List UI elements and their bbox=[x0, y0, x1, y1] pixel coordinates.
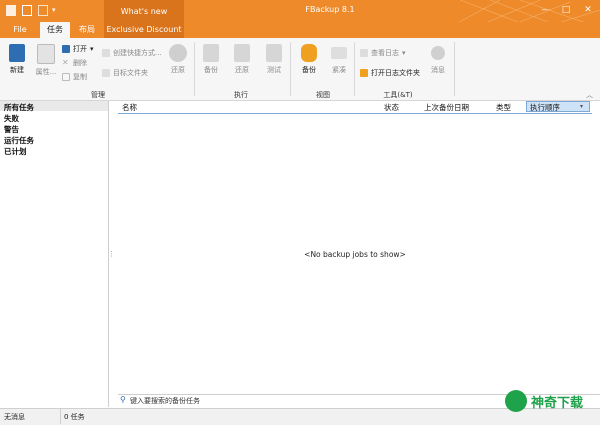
ribbon-separator bbox=[194, 42, 195, 96]
tab-whats-new[interactable]: What's new bbox=[104, 0, 184, 22]
view-compact-label: 紧凑 bbox=[332, 66, 346, 74]
execute-backup-label: 备份 bbox=[204, 66, 218, 74]
window-title: FBackup 8.1 bbox=[305, 5, 355, 14]
open-icon bbox=[62, 45, 70, 53]
column-header-row bbox=[118, 101, 592, 114]
log-folder-icon bbox=[360, 69, 368, 77]
status-task-count: 0 任务 bbox=[64, 413, 85, 421]
create-shortcut-button[interactable]: 创建快捷方式... bbox=[102, 48, 162, 58]
column-header-name[interactable]: 名称 bbox=[122, 102, 137, 113]
nav-item-warning[interactable]: 警告 bbox=[4, 124, 19, 135]
target-folder-button[interactable]: 目标文件夹 bbox=[102, 68, 148, 78]
new-button[interactable]: 新建 bbox=[4, 44, 30, 75]
properties-button[interactable]: 属性... bbox=[32, 44, 60, 77]
empty-grid-message: <No backup jobs to show> bbox=[304, 250, 406, 259]
tab-whats-new-label: What's new bbox=[120, 6, 168, 16]
search-input[interactable]: 键入要搜索的备份任务 bbox=[130, 396, 200, 406]
view-backup-label: 备份 bbox=[302, 66, 316, 74]
nav-item-failed[interactable]: 失败 bbox=[4, 113, 19, 124]
delete-button[interactable]: ✕ 删除 bbox=[62, 58, 87, 68]
view-log-button[interactable]: 查看日志 ▾ bbox=[360, 48, 406, 58]
nav-item-scheduled[interactable]: 已计划 bbox=[4, 146, 27, 157]
delete-label: 删除 bbox=[73, 59, 87, 67]
column-header-status[interactable]: 状态 bbox=[384, 102, 399, 113]
ribbon-separator bbox=[454, 42, 455, 96]
log-icon bbox=[360, 49, 368, 57]
column-header-order[interactable]: 执行顺序 bbox=[530, 102, 560, 113]
database-icon bbox=[301, 44, 317, 62]
properties-icon bbox=[37, 44, 55, 64]
new-icon bbox=[9, 44, 25, 62]
messages-label: 消息 bbox=[431, 66, 445, 74]
manage-restore-button[interactable]: 还原 bbox=[166, 44, 190, 75]
target-folder-label: 目标文件夹 bbox=[113, 69, 148, 77]
watermark-logo-icon bbox=[505, 390, 527, 412]
group-caption-tools: 工具(&T) bbox=[383, 91, 413, 99]
execute-backup-button[interactable]: 备份 bbox=[198, 44, 224, 75]
search-icon: ⚲ bbox=[120, 395, 126, 404]
new-file-icon[interactable] bbox=[22, 5, 32, 16]
open-button[interactable]: 打开 ▾ bbox=[62, 44, 94, 54]
execute-test-label: 测试 bbox=[267, 66, 281, 74]
copy-button[interactable]: 复制 bbox=[62, 72, 87, 82]
execute-restore-button[interactable]: 还原 bbox=[228, 44, 256, 75]
watermark-text: 神奇下载 bbox=[531, 395, 584, 411]
folder-icon bbox=[102, 69, 110, 77]
nav-item-all-tasks[interactable]: 所有任务 bbox=[4, 102, 34, 113]
backup-arrow-icon bbox=[203, 44, 219, 62]
new-label: 新建 bbox=[10, 66, 24, 74]
properties-label: 属性... bbox=[35, 68, 57, 76]
open-log-folder-button[interactable]: 打开日志文件夹 bbox=[360, 68, 420, 78]
column-header-type[interactable]: 类型 bbox=[496, 102, 511, 113]
group-caption-manage: 管理 bbox=[91, 91, 105, 99]
info-icon bbox=[431, 46, 445, 60]
view-log-label: 查看日志 bbox=[371, 49, 399, 57]
status-divider bbox=[60, 408, 61, 424]
tab-layout[interactable]: 布局 bbox=[72, 22, 102, 38]
messages-button[interactable]: 消息 bbox=[426, 44, 450, 75]
open-label: 打开 bbox=[73, 45, 87, 53]
copy-label: 复制 bbox=[73, 73, 87, 81]
group-caption-execute: 执行 bbox=[234, 91, 248, 99]
execute-test-button[interactable]: 测试 bbox=[260, 44, 288, 75]
compact-icon bbox=[331, 47, 347, 59]
open-log-folder-label: 打开日志文件夹 bbox=[371, 69, 420, 77]
tab-exclusive-discount[interactable]: Exclusive Discount bbox=[104, 22, 184, 38]
quick-access-dropdown-icon[interactable]: ▾ bbox=[52, 6, 56, 14]
create-shortcut-label: 创建快捷方式... bbox=[113, 49, 162, 57]
tab-task[interactable]: 任务 bbox=[40, 22, 70, 38]
delete-icon[interactable] bbox=[38, 5, 48, 16]
test-check-icon bbox=[266, 44, 282, 62]
column-header-last-backup[interactable]: 上次备份日期 bbox=[424, 102, 469, 113]
app-logo-icon bbox=[6, 5, 16, 16]
execute-restore-label: 还原 bbox=[235, 66, 249, 74]
copy-icon bbox=[62, 73, 70, 81]
status-messages: 无消息 bbox=[4, 413, 25, 421]
view-compact-button[interactable]: 紧凑 bbox=[326, 44, 352, 75]
collapse-ribbon-icon[interactable]: ︿ bbox=[586, 90, 593, 100]
manage-restore-label: 还原 bbox=[171, 66, 185, 74]
delete-x-icon: ✕ bbox=[62, 58, 69, 67]
nav-item-running[interactable]: 运行任务 bbox=[4, 135, 34, 146]
group-caption-view: 视图 bbox=[316, 91, 330, 99]
restore-person-icon bbox=[234, 44, 250, 62]
view-backup-button[interactable]: 备份 bbox=[296, 44, 322, 75]
sort-arrow-icon: ▾ bbox=[580, 103, 584, 110]
ribbon-separator bbox=[290, 42, 291, 96]
tab-file[interactable]: File bbox=[0, 22, 40, 38]
watermark: 神奇下载 bbox=[505, 388, 595, 414]
view-log-dropdown-icon: ▾ bbox=[402, 49, 406, 57]
shortcut-icon bbox=[102, 49, 110, 57]
ribbon-separator bbox=[354, 42, 355, 96]
open-dropdown-icon: ▾ bbox=[90, 45, 94, 53]
restore-icon bbox=[169, 44, 187, 62]
